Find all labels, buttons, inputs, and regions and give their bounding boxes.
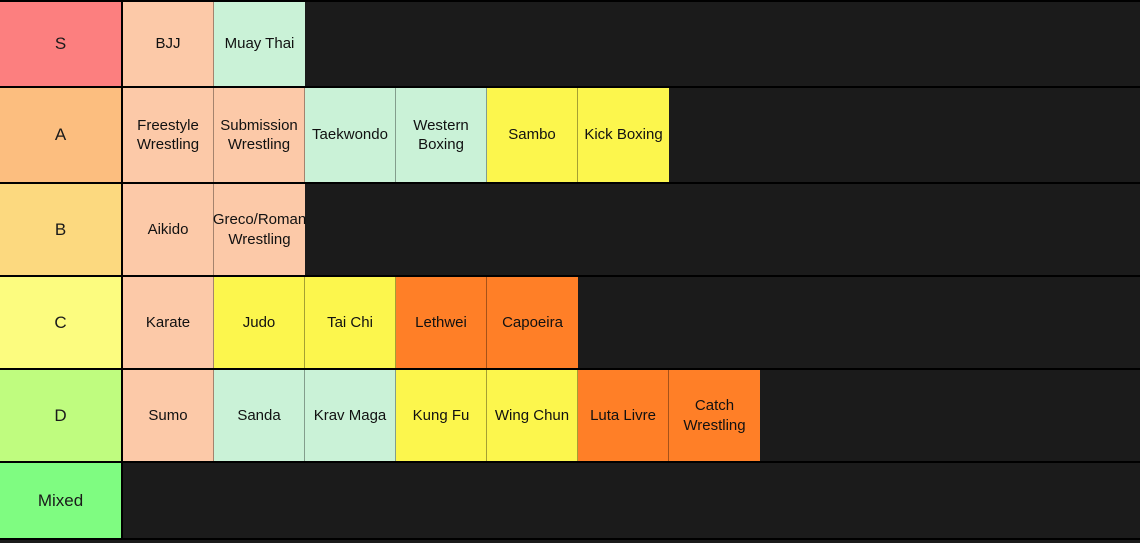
tier-item[interactable]: Submission Wrestling [214, 88, 305, 182]
tier-item[interactable]: Capoeira [487, 277, 578, 368]
tier-item[interactable]: Sambo [487, 88, 578, 182]
tier-item[interactable]: Krav Maga [305, 370, 396, 461]
tier-item[interactable]: Kick Boxing [578, 88, 669, 182]
tier-row-items-mixed [123, 463, 1140, 538]
tier-row-d: D Sumo Sanda Krav Maga Kung Fu Wing Chun Luta … [0, 370, 1140, 463]
tier-item[interactable]: Greco/Roman Wrestling [213, 184, 306, 275]
tier-row-mixed: Mixed [0, 463, 1140, 540]
tier-label-a[interactable]: A [0, 88, 123, 182]
tier-item[interactable]: BJJ [123, 2, 214, 86]
tier-rows: S BJJ Muay Thai A Freestyle Wrestling Submiss… [0, 0, 1140, 540]
tier-item[interactable]: Sumo [123, 370, 214, 461]
tier-row-items-s: BJJ Muay Thai [123, 2, 1140, 86]
tier-label-mixed[interactable]: Mixed [0, 463, 123, 538]
tier-item[interactable]: Taekwondo [305, 88, 396, 182]
tier-item[interactable]: Lethwei [396, 277, 487, 368]
tier-item[interactable]: Aikido [123, 184, 214, 275]
tier-item[interactable]: Freestyle Wrestling [123, 88, 214, 182]
tier-label-s[interactable]: S [0, 2, 123, 86]
tier-item[interactable]: Catch Wrestling [669, 370, 760, 461]
tier-row-items-c: Karate Judo Tai Chi Lethwei Capoeira [123, 277, 1140, 368]
tier-item[interactable]: Judo [214, 277, 305, 368]
tier-label-b[interactable]: B [0, 184, 123, 275]
tier-item[interactable]: Wing Chun [487, 370, 578, 461]
tier-item[interactable]: Tai Chi [305, 277, 396, 368]
tier-row-items-a: Freestyle Wrestling Submission Wrestling T… [123, 88, 1140, 182]
tier-label-c[interactable]: C [0, 277, 123, 368]
tier-item[interactable]: Luta Livre [578, 370, 669, 461]
tier-item[interactable]: Sanda [214, 370, 305, 461]
tier-item[interactable]: Kung Fu [396, 370, 487, 461]
tier-list-board: TIERMAKER SBJJMuay ThaiAFreestyle Wrestl… [0, 0, 1140, 543]
tier-item[interactable]: Muay Thai [214, 2, 305, 86]
tier-item[interactable]: Western Boxing [396, 88, 487, 182]
tier-item[interactable]: Karate [123, 277, 214, 368]
tier-row-c: C Karate Judo Tai Chi Lethwei Capoeira [0, 277, 1140, 370]
tier-row-s: S BJJ Muay Thai [0, 0, 1140, 88]
tier-label-d[interactable]: D [0, 370, 123, 461]
tier-row-a: A Freestyle Wrestling Submission Wrestling… [0, 88, 1140, 184]
tier-row-items-b: Aikido Greco/Roman Wrestling [123, 184, 1140, 275]
tier-row-b: B Aikido Greco/Roman Wrestling [0, 184, 1140, 277]
tier-row-items-d: Sumo Sanda Krav Maga Kung Fu Wing Chun Luta L… [123, 370, 1140, 461]
